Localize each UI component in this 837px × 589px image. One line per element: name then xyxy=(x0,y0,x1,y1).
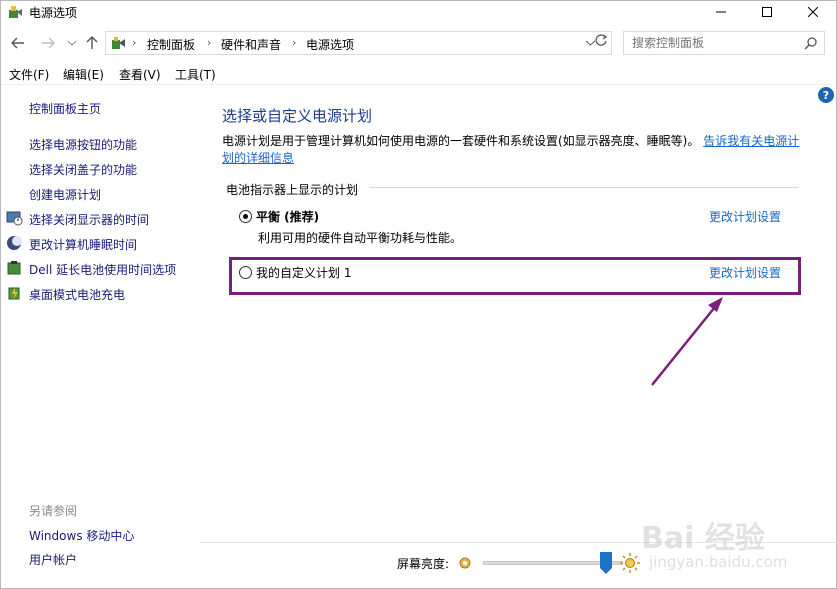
brightness-low-icon xyxy=(459,557,471,569)
control-panel-window: 电源选项 › 控制面板 › 硬件和声音 › 电源选项 搜索控制面板 文件(F) … xyxy=(0,0,837,589)
brightness-label: 屏幕亮度: xyxy=(397,557,450,571)
brightness-high-icon xyxy=(620,553,640,573)
brightness-slider-thumb[interactable] xyxy=(600,552,612,574)
watermark-url: jingyan.baidu.com xyxy=(649,553,788,571)
watermark-logo: Bai 经验 xyxy=(641,521,765,556)
annotation-arrow xyxy=(651,297,723,386)
